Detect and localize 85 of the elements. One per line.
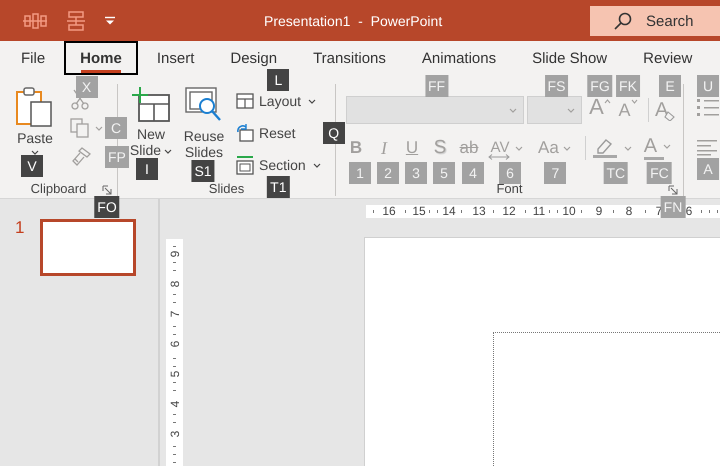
keytip-tooltip: FO [94, 196, 120, 218]
keytip-tooltip: FF [424, 75, 448, 97]
color-bar-icon [644, 157, 664, 160]
search-icon [614, 12, 632, 30]
keytip-tooltip: FN [660, 196, 686, 218]
ruler-number: 16 [379, 205, 399, 218]
keytip-tooltip: 5 [433, 162, 455, 184]
nodes-icon [22, 12, 48, 30]
caret-icon [95, 126, 103, 130]
ruler-number: 8 [619, 205, 639, 218]
group-label: Clipboard [30, 181, 86, 196]
caret-icon [624, 146, 632, 150]
layout-icon [236, 93, 254, 109]
group-label: Slides [208, 181, 244, 196]
dialog-launcher[interactable] [667, 184, 679, 196]
dialog-launcher[interactable] [101, 184, 113, 196]
keytip-tooltip: X [76, 76, 98, 98]
new-slide-button[interactable]: New Slide [126, 84, 176, 158]
flowchart-icon [66, 10, 86, 30]
search-field[interactable]: Search [590, 6, 720, 36]
keytip-tooltip: FK [616, 75, 640, 97]
launcher-icon [668, 185, 678, 195]
paste-button[interactable]: Paste [6, 84, 64, 155]
keytip-tooltip: 3 [405, 162, 427, 184]
caret-icon [164, 148, 172, 154]
reset-icon [236, 124, 254, 142]
caret-down-icon [630, 99, 638, 104]
keytip-tooltip: T1 [267, 176, 290, 198]
ribbon-tab[interactable]: Home [64, 41, 138, 75]
paintbrush-icon [70, 146, 92, 168]
reuse-slides-button[interactable]: Reuse Slides [178, 84, 230, 160]
window-title: Presentation1 - PowerPoint [264, 12, 442, 28]
group-label: Font [496, 181, 522, 196]
ribbon-tab[interactable]: File [4, 41, 62, 75]
keytip-tooltip: I [136, 158, 158, 180]
caret-icon [312, 162, 321, 168]
keytip-tooltip: FC [647, 162, 672, 184]
keytip-tooltip: FG [587, 75, 613, 97]
layout-button[interactable]: Layout [236, 90, 316, 112]
keytip-tooltip: FP [105, 146, 129, 168]
keytip-tooltip: 1 [349, 162, 371, 184]
keytip-tooltip: 6 [499, 162, 521, 184]
ribbon-tab[interactable]: Transitions [296, 41, 403, 75]
new-slide-icon [131, 86, 171, 124]
arrows-icon [488, 154, 510, 160]
customize-caret-icon [104, 16, 116, 26]
caret-icon [515, 146, 523, 150]
keytip-tooltip: C [105, 117, 127, 139]
keytip-tooltip: E [659, 75, 681, 97]
keytip-tooltip: L [267, 69, 290, 91]
keytip-tooltip: A [697, 158, 719, 180]
caret-icon [567, 108, 575, 112]
caret-icon [562, 146, 571, 150]
caret-icon [31, 150, 39, 155]
section-button[interactable]: Section [236, 154, 321, 176]
ruler-number: 13 [469, 205, 489, 218]
keytip-tooltip: TC [603, 162, 628, 184]
clipboard-icon [15, 86, 55, 128]
section-icon [236, 155, 254, 175]
reset-button[interactable]: Reset [236, 122, 296, 144]
ribbon-tab[interactable]: Slide Show [515, 41, 624, 75]
copy-icon [70, 118, 89, 138]
align-left-icon [696, 138, 718, 156]
highlighter-icon [592, 137, 618, 159]
launcher-icon [102, 185, 112, 195]
keytip-tooltip: 7 [544, 162, 566, 184]
keytip-tooltip: V [21, 155, 43, 177]
bullets-icon [696, 97, 720, 117]
ribbon-tab[interactable]: Insert [140, 41, 212, 75]
slide-thumbnail[interactable] [40, 219, 136, 276]
ruler-number: 12 [499, 205, 519, 218]
slide-number: 1 [14, 219, 26, 237]
keytip-tooltip: U [697, 75, 719, 97]
ribbon-tab[interactable]: Animations [404, 41, 514, 75]
keytip-tooltip: Q [322, 122, 345, 144]
caret-icon [663, 144, 672, 148]
keytip-tooltip: S1 [191, 160, 215, 182]
keytip-tooltip: 2 [377, 162, 399, 184]
ruler-number: 9 [589, 205, 609, 218]
keytip-tooltip: 4 [462, 162, 484, 184]
keytip-tooltip: FS [544, 75, 568, 97]
caret-up-icon [604, 99, 611, 104]
caret-icon [509, 108, 517, 112]
caret-icon [308, 98, 316, 104]
ribbon-tab[interactable]: Review [626, 41, 710, 75]
